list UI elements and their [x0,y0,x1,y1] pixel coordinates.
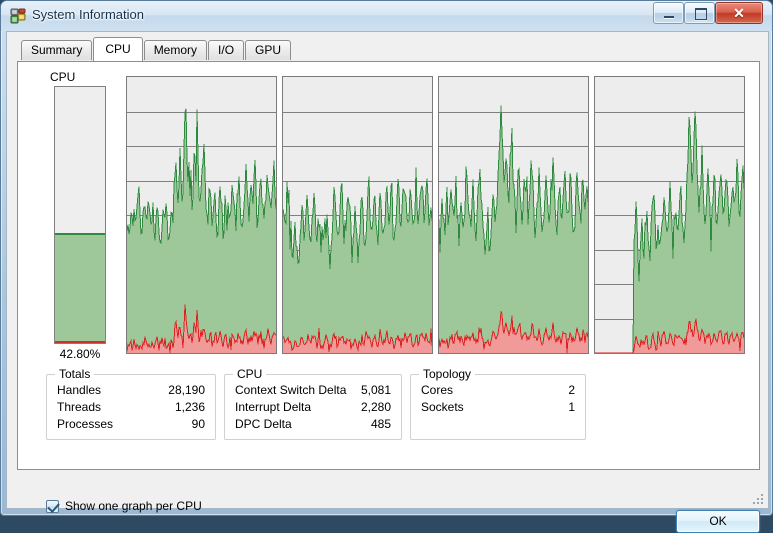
cpu-tab-panel: CPU 42.80% Totals Handles 28,190 Threads 1,2… [17,61,760,513]
minimize-button[interactable] [653,2,684,24]
dialog-client: Summary CPU Memory I/O GPU CPU 42.80% Totals… [6,31,769,533]
checkbox-label: Show one graph per CPU [65,499,202,513]
group-topology-title: Topology [419,367,476,381]
row-key: Handles [57,383,102,397]
group-totals: Totals Handles 28,190 Threads 1,236 Processes… [46,367,216,440]
cpu-gauge-fill [55,233,105,343]
group-totals-row: Handles 28,190 [57,383,205,400]
row-value: 1 [568,400,575,414]
tab-gpu[interactable]: GPU [245,40,292,60]
tab-cpu[interactable]: CPU [93,37,143,61]
group-topology-row: Cores 2 [421,383,575,400]
maximize-icon [685,3,714,23]
row-key: Context Switch Delta [235,383,347,397]
row-key: Processes [57,417,114,431]
cpu-usage-graphs [126,76,746,354]
resize-grip[interactable] [752,493,764,505]
group-cpu: CPU Context Switch Delta 5,081 Interrupt De… [224,367,402,440]
ok-button[interactable]: OK [676,510,760,533]
close-button[interactable]: ✕ [715,2,763,24]
row-value: 28,190 [168,383,205,397]
group-cpu-row: DPC Delta 485 [235,417,391,434]
row-key: DPC Delta [235,417,292,431]
system-information-window: System Information ✕ Summary CPU Memory I/O… [0,0,773,533]
group-topology: Topology Cores 2 Sockets 1 [410,367,586,440]
tab-memory[interactable]: Memory [143,40,208,60]
cpu-gauge-label: CPU [50,70,76,84]
window-title: System Information [32,7,144,22]
group-cpu-title: CPU [233,367,267,381]
group-totals-row: Processes 90 [57,417,205,434]
group-totals-title: Totals [55,367,95,381]
cpu-total-gauge [54,86,106,344]
check-icon [47,500,60,513]
row-key: Threads [57,400,102,414]
cpu-graph-2 [438,76,589,354]
checkbox-box[interactable] [46,500,60,513]
row-key: Interrupt Delta [235,400,312,414]
system-information-icon [10,8,26,24]
cpu-graph-1 [282,76,433,354]
maximize-button[interactable] [684,2,715,24]
cpu-graph-3 [594,76,745,354]
cpu-gauge-percent: 42.80% [59,347,101,361]
tab-i-o[interactable]: I/O [208,40,245,60]
group-cpu-row: Interrupt Delta 2,280 [235,400,391,417]
group-topology-row: Sockets 1 [421,400,575,417]
close-icon: ✕ [733,5,745,21]
group-cpu-row: Context Switch Delta 5,081 [235,383,391,400]
row-value: 2 [568,383,575,397]
minimize-icon [654,3,683,23]
title-bar: System Information ✕ [1,1,772,31]
row-key: Cores [421,383,454,397]
group-totals-row: Threads 1,236 [57,400,205,417]
row-value: 1,236 [174,400,205,414]
row-value: 5,081 [360,383,391,397]
row-value: 485 [370,417,391,431]
cpu-gauge-kernel-band [55,341,105,343]
row-value: 2,280 [360,400,391,414]
row-value: 90 [191,417,205,431]
cpu-graph-0 [126,76,277,354]
row-key: Sockets [421,400,464,414]
tab-summary[interactable]: Summary [21,40,93,60]
tab-strip: Summary CPU Memory I/O GPU [21,37,292,62]
